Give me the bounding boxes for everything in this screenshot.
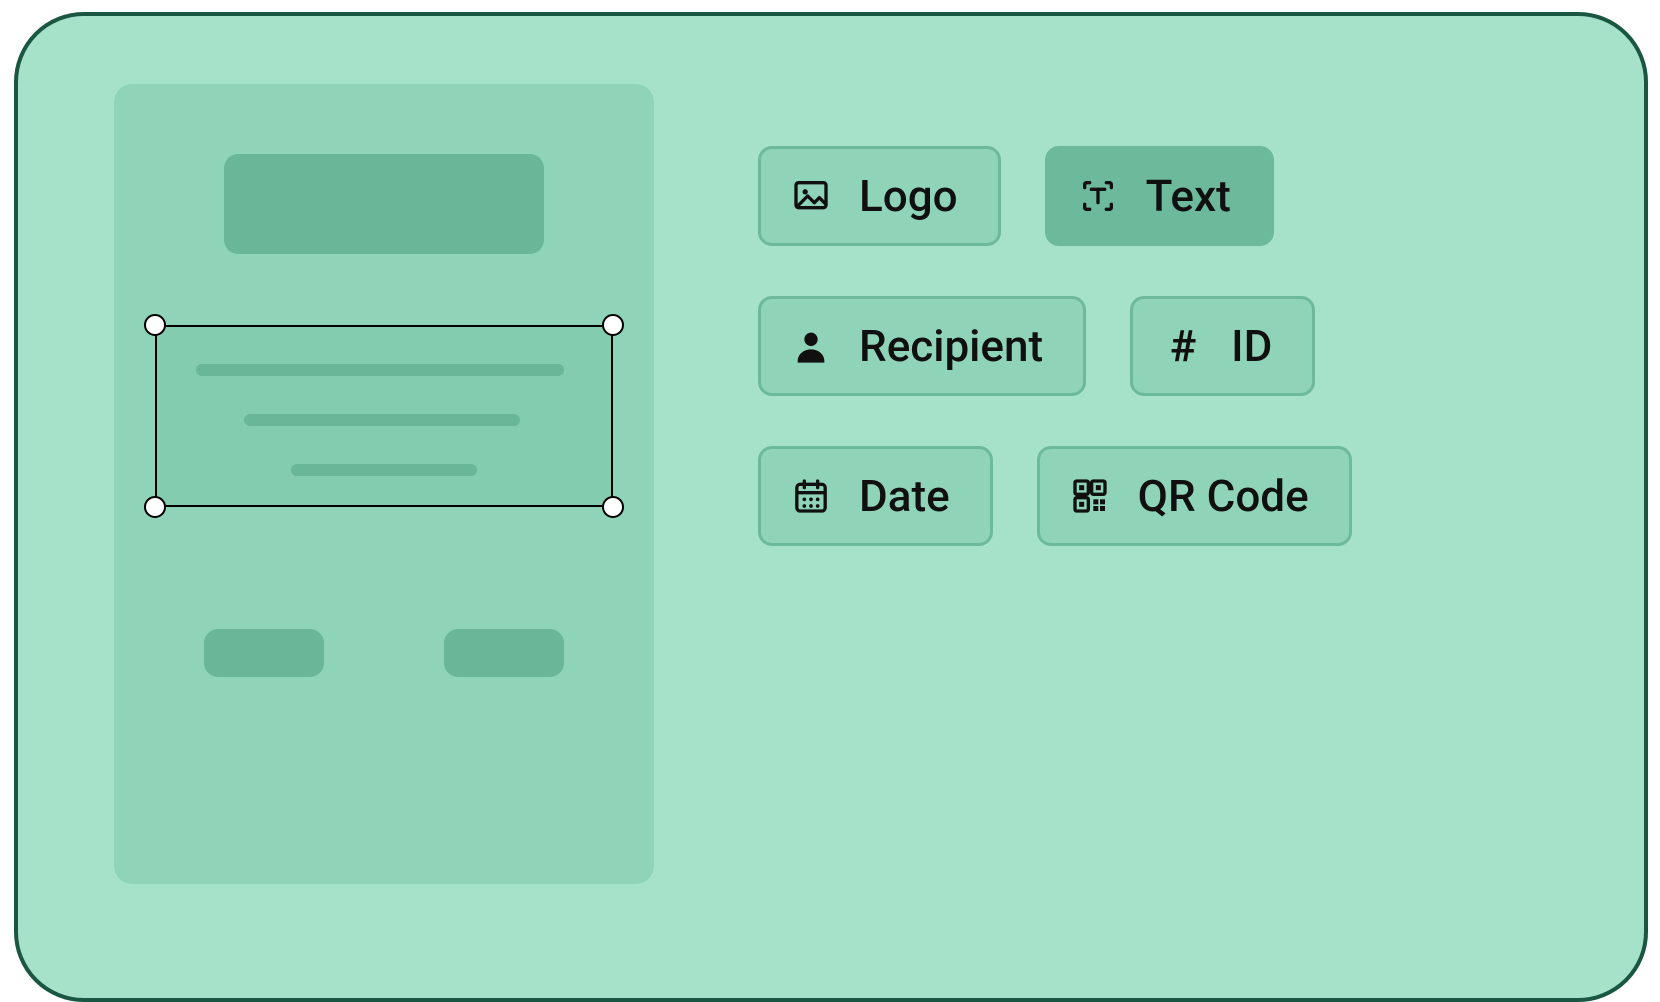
resize-handle-top-right[interactable] <box>602 314 624 336</box>
text-line-placeholder <box>244 414 520 426</box>
picker-row: Logo Text <box>758 146 1598 246</box>
calendar-icon <box>791 476 831 516</box>
button-label: Text <box>1146 170 1231 222</box>
footer-placeholder[interactable] <box>444 629 564 677</box>
image-icon <box>791 176 831 216</box>
resize-handle-bottom-left[interactable] <box>144 496 166 518</box>
text-line-placeholder <box>196 364 564 376</box>
footer-placeholder[interactable] <box>204 629 324 677</box>
logo-placeholder[interactable] <box>224 154 544 254</box>
hash-icon: # <box>1163 326 1203 366</box>
add-recipient-button[interactable]: Recipient <box>758 296 1086 396</box>
editor-frame: Logo Text <box>14 12 1648 1002</box>
picker-row: Recipient # ID <box>758 296 1598 396</box>
add-logo-button[interactable]: Logo <box>758 146 1001 246</box>
button-label: Logo <box>859 170 958 222</box>
element-picker: Logo Text <box>758 146 1598 546</box>
text-line-placeholder <box>291 464 477 476</box>
add-text-button[interactable]: Text <box>1045 146 1274 246</box>
add-date-button[interactable]: Date <box>758 446 993 546</box>
add-qr-button[interactable]: QR Code <box>1037 446 1352 546</box>
picker-row: Date QR <box>758 446 1598 546</box>
resize-handle-top-left[interactable] <box>144 314 166 336</box>
button-label: Recipient <box>859 320 1043 372</box>
button-label: Date <box>859 470 950 522</box>
qr-icon <box>1070 476 1110 516</box>
resize-handle-bottom-right[interactable] <box>602 496 624 518</box>
button-label: ID <box>1231 320 1272 372</box>
person-icon <box>791 326 831 366</box>
text-scan-icon <box>1078 176 1118 216</box>
text-block-selected[interactable] <box>146 316 622 516</box>
certificate-canvas[interactable] <box>114 84 654 884</box>
add-id-button[interactable]: # ID <box>1130 296 1315 396</box>
button-label: QR Code <box>1138 470 1309 522</box>
